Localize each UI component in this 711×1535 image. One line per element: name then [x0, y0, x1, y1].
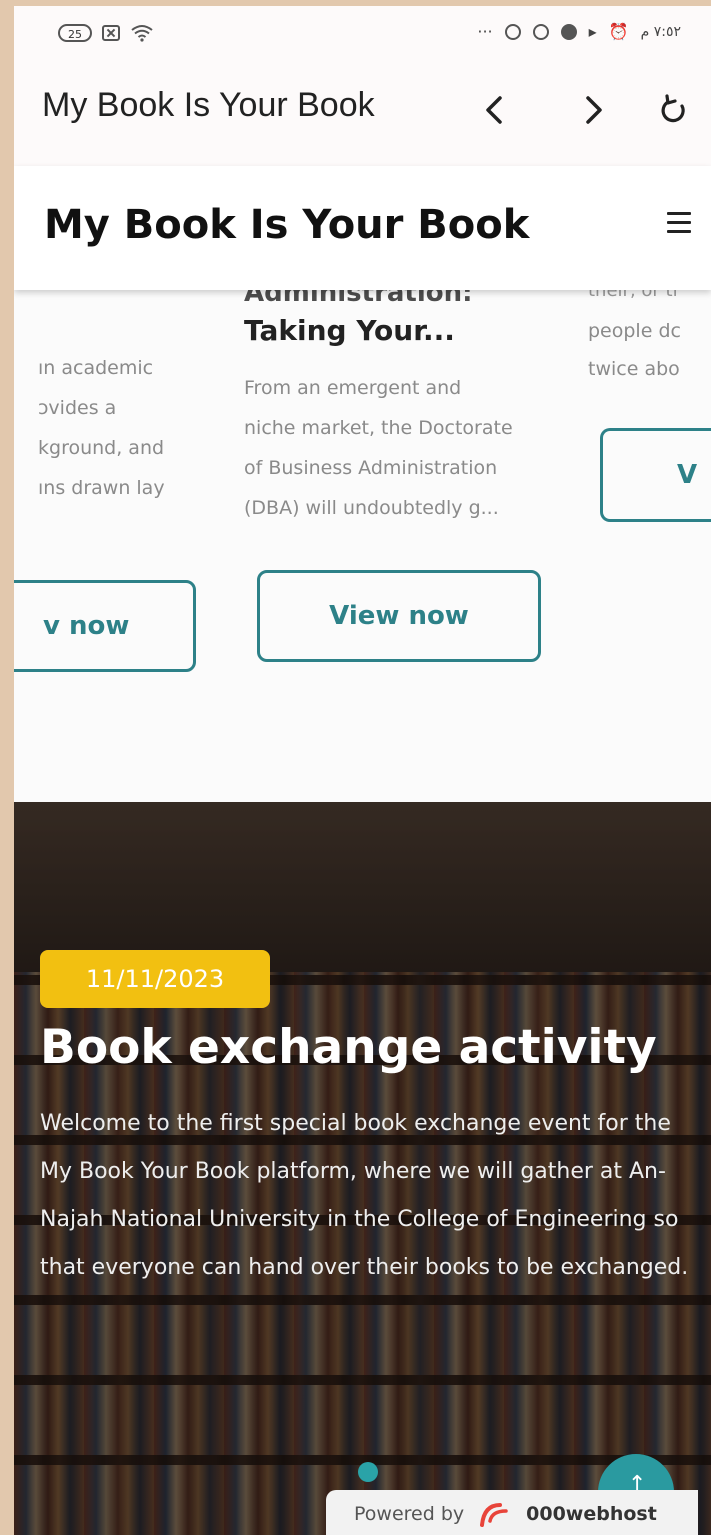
more-notifications-icon: ··· — [477, 22, 493, 41]
browser-page-title: My Book Is Your Book — [42, 86, 375, 124]
messenger-icon — [560, 23, 577, 40]
view-now-button-left[interactable]: v now — [14, 580, 196, 672]
reload-button[interactable] — [654, 88, 694, 132]
event-date-badge: 11/11/2023 — [40, 950, 270, 1008]
browser-toolbar: My Book Is Your Book — [14, 58, 711, 166]
card-right-excerpt: people dc twice abo — [588, 320, 681, 380]
alarm-icon: ⏰ — [608, 22, 629, 41]
000webhost-logo-icon — [480, 1503, 508, 1527]
sim-icon — [102, 25, 120, 41]
articles-carousel: ın academic ɔvides a kground, and ıns dr… — [14, 278, 711, 790]
card-middle-title[interactable]: Taking Your... — [244, 314, 455, 347]
event-title[interactable]: Book exchange activity — [40, 1020, 657, 1075]
wifi-icon — [131, 25, 153, 42]
event-description: Welcome to the first special book exchan… — [40, 1111, 689, 1280]
clock: ٧:٥٢ م — [640, 23, 681, 40]
000webhost-label: 000webhost — [526, 1503, 657, 1525]
view-now-button[interactable]: View now — [257, 570, 541, 662]
hamburger-menu-icon[interactable] — [667, 212, 691, 236]
notification-icon — [504, 23, 521, 40]
slider-indicator-dot[interactable] — [358, 1462, 378, 1482]
site-header: My Book Is Your Book — [14, 166, 711, 290]
powered-by-banner[interactable]: Powered by 000webhost — [326, 1490, 698, 1535]
status-bar: 25 ··· ▸ ⏰ ٧:٥٢ م — [14, 6, 711, 58]
card-left-excerpt: ın academic ɔvides a kground, and ıns dr… — [38, 357, 165, 499]
card-middle-excerpt: From an emergent and niche market, the D… — [244, 377, 513, 519]
play-icon: ▸ — [588, 22, 597, 41]
phone-screen: 25 ··· ▸ ⏰ ٧:٥٢ م My Book Is Your Book M… — [14, 6, 711, 1535]
event-hero: 11/11/2023 Book exchange activity Welcom… — [14, 802, 711, 1535]
back-button[interactable] — [474, 88, 514, 132]
powered-by-label: Powered by — [354, 1503, 465, 1525]
app-notification-icon — [532, 23, 549, 40]
forward-button[interactable] — [574, 88, 614, 132]
battery-icon: 25 — [58, 24, 92, 42]
view-now-button-right[interactable]: V — [600, 428, 711, 522]
site-title[interactable]: My Book Is Your Book — [44, 202, 529, 248]
